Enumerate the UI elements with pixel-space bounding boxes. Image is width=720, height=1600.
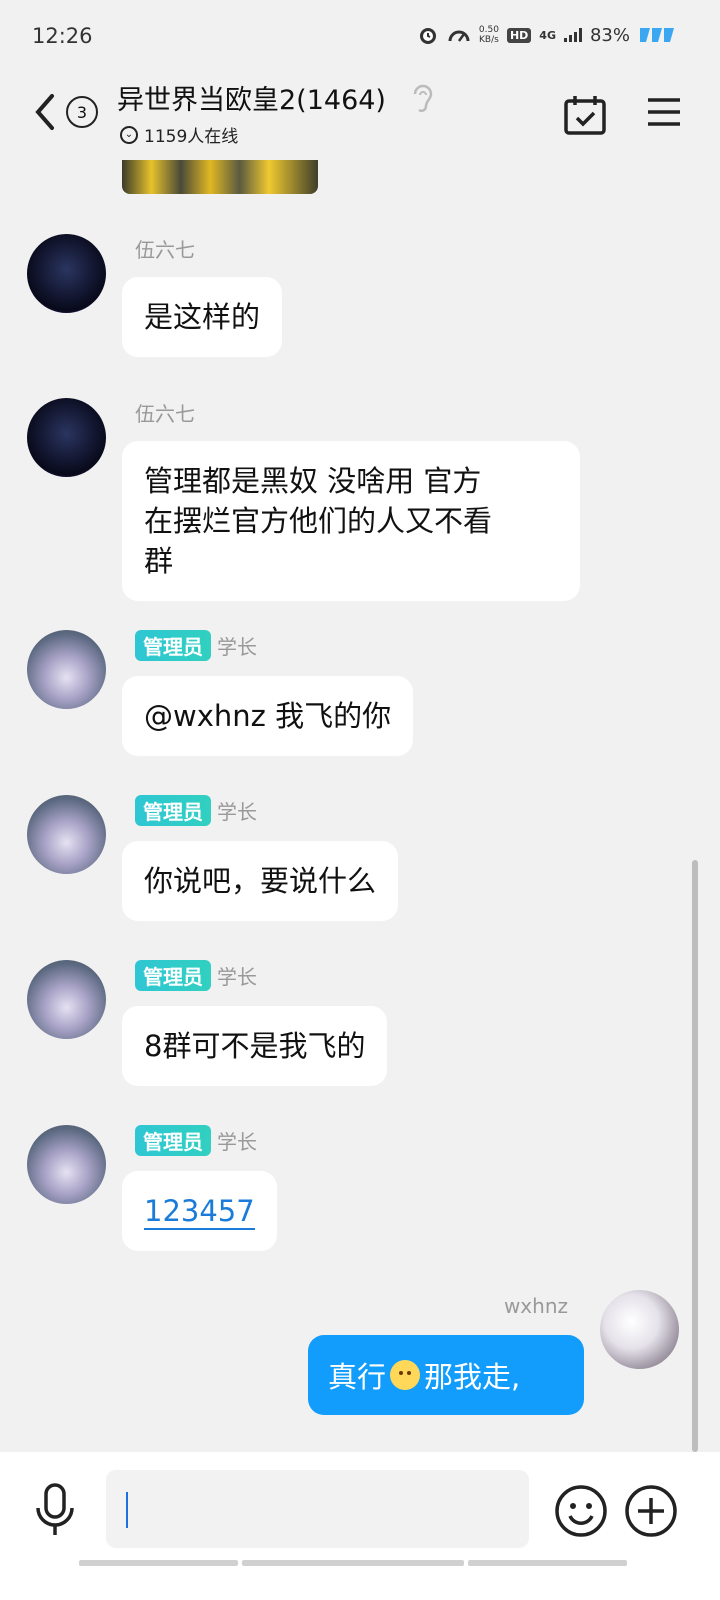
- avatar[interactable]: [27, 398, 106, 477]
- hd-icon: HD: [506, 27, 532, 43]
- online-count: 1159人在线: [144, 127, 239, 147]
- status-bar: 12:26 0.50 KB/s HD 4G 83%: [0, 0, 720, 72]
- chat-header: 3 异世界当欧皇2(1464) ⌄ 1159人在线: [0, 72, 720, 160]
- sender-info: 管理员 学长: [135, 630, 257, 661]
- sender-info: 管理员 学长: [135, 1125, 257, 1156]
- sender-name: 伍六七: [135, 402, 195, 426]
- emoji-smile-icon[interactable]: [554, 1484, 608, 1538]
- status-time: 12:26: [32, 24, 93, 48]
- battery-percent: 83%: [589, 24, 630, 46]
- plus-icon[interactable]: [624, 1484, 678, 1538]
- nav-segment: [79, 1560, 238, 1566]
- message-link[interactable]: 123457: [144, 1194, 255, 1230]
- message-bubble[interactable]: @wxhnz 我飞的你: [122, 676, 414, 756]
- image-message[interactable]: [122, 160, 318, 194]
- admin-badge: 管理员: [135, 960, 211, 991]
- message-line: 群: [144, 544, 174, 578]
- status-icons: 0.50 KB/s HD 4G 83%: [417, 24, 676, 46]
- ear-icon[interactable]: [410, 82, 436, 116]
- avatar[interactable]: [27, 795, 106, 874]
- message-list[interactable]: 伍六七 是这样的 伍六七 管理都是黑奴 没啥用 官方 在摆烂官方他们的人又不看 …: [0, 160, 720, 1452]
- my-sender-name: wxhnz: [503, 1294, 568, 1318]
- sender-info: 管理员 学长: [135, 960, 257, 991]
- back-arrow-icon[interactable]: [30, 92, 60, 132]
- group-title[interactable]: 异世界当欧皇2(1464): [117, 78, 386, 117]
- scrollbar[interactable]: [692, 860, 698, 1452]
- avatar[interactable]: [27, 630, 106, 709]
- battery-icon: [640, 28, 674, 42]
- avatar[interactable]: [27, 234, 106, 313]
- nav-segment: [242, 1560, 464, 1566]
- sender-name: 学长: [217, 635, 257, 659]
- message-bubble[interactable]: 8群可不是我飞的: [122, 1006, 388, 1086]
- microphone-icon[interactable]: [32, 1482, 78, 1538]
- admin-badge: 管理员: [135, 630, 211, 661]
- message-bubble[interactable]: 123457: [122, 1171, 277, 1251]
- text-caret: [126, 1492, 128, 1528]
- alarm-icon: [419, 28, 436, 44]
- message-line: 在摆烂官方他们的人又不看: [144, 504, 493, 538]
- avatar[interactable]: [27, 960, 106, 1039]
- nav-segment: [468, 1560, 627, 1566]
- sender-name: 学长: [217, 800, 257, 824]
- message-line: 管理都是黑奴 没啥用 官方: [144, 464, 482, 498]
- my-avatar[interactable]: [600, 1290, 679, 1369]
- message-bubble[interactable]: 管理都是黑奴 没啥用 官方 在摆烂官方他们的人又不看 群: [122, 441, 580, 601]
- sender-info: 管理员 学长: [135, 795, 257, 826]
- message-input[interactable]: [106, 1470, 529, 1548]
- avatar[interactable]: [27, 1125, 106, 1204]
- message-bubble[interactable]: 是这样的: [122, 277, 283, 357]
- speedometer-icon: [448, 30, 470, 42]
- sender-name: 学长: [217, 965, 257, 989]
- net-speed: 0.50 KB/s: [478, 25, 499, 45]
- network-type: 4G: [539, 28, 556, 42]
- system-nav-bar: [0, 1560, 720, 1600]
- message-bubble[interactable]: 你说吧，要说什么: [122, 841, 399, 921]
- calendar-check-icon[interactable]: [563, 94, 607, 136]
- admin-badge: 管理员: [135, 795, 211, 826]
- menu-icon[interactable]: [646, 96, 682, 128]
- sender-name: 学长: [217, 1130, 257, 1154]
- chevron-down-icon: ⌄: [120, 125, 138, 144]
- admin-badge: 管理员: [135, 1125, 211, 1156]
- online-status[interactable]: ⌄ 1159人在线: [120, 122, 238, 147]
- unread-count-badge[interactable]: 3: [66, 96, 98, 128]
- sender-name: 伍六七: [135, 238, 195, 262]
- signal-icon: [563, 28, 582, 42]
- my-message-bubble[interactable]: 真行 那我走,: [308, 1335, 584, 1415]
- emoji-icon: [390, 1360, 421, 1390]
